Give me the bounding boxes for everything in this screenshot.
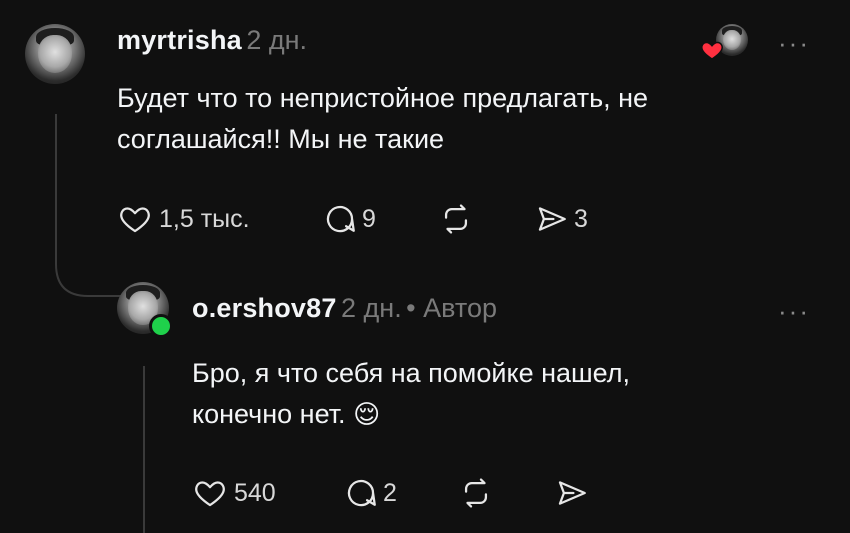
comment-like-count: 1,5 тыс.	[159, 204, 250, 233]
reply-text-line-2-text: конечно нет.	[192, 399, 346, 429]
reply-username[interactable]: o.ershov87	[192, 293, 337, 323]
comment-reply-button[interactable]: 9	[322, 202, 376, 236]
online-status-dot	[149, 314, 173, 338]
reply-text-line-1: Бро, я что себя на помойке нашел,	[192, 358, 631, 388]
reply-reply-button[interactable]: 2	[343, 476, 397, 510]
comment-bubble-icon	[326, 205, 355, 233]
send-icon	[538, 207, 566, 231]
reply-reply-count: 2	[383, 478, 397, 507]
reply-time: 2 дн.	[341, 293, 402, 323]
reply-text-line-2: конечно нет. 😌	[192, 394, 630, 435]
reply-more-button[interactable]: ···	[778, 296, 810, 327]
comment-like-button[interactable]: 1,5 тыс.	[117, 202, 250, 236]
comment-more-button[interactable]: ···	[778, 28, 810, 59]
comment-repost-button[interactable]	[438, 202, 474, 236]
comment-reply-count: 9	[362, 204, 376, 233]
repost-icon	[444, 204, 468, 234]
reply-repost-button[interactable]	[458, 476, 494, 510]
thread-connector	[55, 114, 122, 297]
author-badge: • Автор	[406, 293, 497, 323]
repost-icon	[464, 478, 488, 508]
reply-header: o.ershov87 2 дн. • Автор	[192, 293, 497, 324]
send-icon	[558, 481, 586, 505]
comment-header: myrtrisha 2 дн.	[117, 25, 307, 56]
relieved-face-emoji: 😌	[353, 399, 381, 429]
comment-text-line-1: Будет что то непристойное предлагать, не	[117, 83, 649, 113]
heart-filled-icon	[701, 41, 723, 60]
comment-text-line-2: соглашайся!! Мы не такие	[117, 124, 445, 154]
heart-icon	[195, 481, 225, 507]
reply-thread-line	[143, 366, 145, 533]
reply-like-button[interactable]: 540	[192, 476, 276, 510]
comment-share-count: 3	[574, 204, 588, 233]
reply-text: Бро, я что себя на помойке нашел, конечн…	[192, 353, 630, 435]
comment-username[interactable]: myrtrisha	[117, 25, 242, 55]
avatar-myrtrisha[interactable]	[25, 24, 85, 84]
author-liked-indicator	[700, 24, 748, 64]
comment-time: 2 дн.	[246, 25, 307, 55]
comment-bubble-icon	[347, 479, 376, 507]
comment-text: Будет что то непристойное предлагать, не…	[117, 78, 648, 160]
comment-share-button[interactable]: 3	[534, 202, 588, 236]
reply-share-button[interactable]	[554, 476, 590, 510]
reply-like-count: 540	[234, 478, 276, 507]
